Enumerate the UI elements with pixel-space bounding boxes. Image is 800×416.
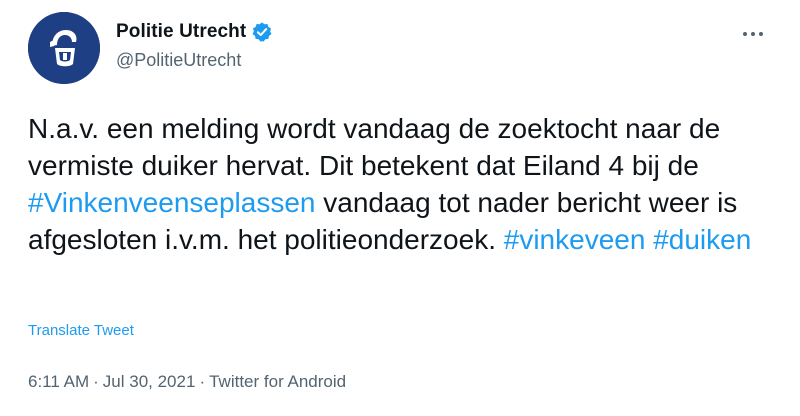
more-dot [743,32,747,36]
more-options-icon[interactable] [736,22,770,46]
hashtag-link[interactable]: #duiken [653,224,751,255]
translate-tweet-link[interactable]: Translate Tweet [28,322,134,339]
author-names: Politie Utrecht @PolitieUtrecht [116,18,273,71]
hashtag-link[interactable]: #Vinkenveenseplassen [28,187,315,218]
tweet-source[interactable]: Twitter for Android [209,372,346,391]
tweet-text-segment: N.a.v. een melding wordt vandaag de zoek… [28,113,721,181]
meta-separator: · [199,372,206,391]
tweet-time[interactable]: 6:11 AM [28,372,89,391]
more-dot [759,32,763,36]
hashtag-link[interactable]: #vinkeveen [504,224,646,255]
tweet-card: Politie Utrecht @PolitieUtrecht N.a.v. e… [0,0,800,416]
police-logo-icon [28,12,100,84]
author-handle[interactable]: @PolitieUtrecht [116,50,273,71]
tweet-text: N.a.v. een melding wordt vandaag de zoek… [28,110,778,258]
display-name-row: Politie Utrecht [116,18,273,46]
meta-separator: · [93,372,99,391]
tweet-date[interactable]: Jul 30, 2021 [103,372,196,391]
tweet-meta: 6:11 AM · Jul 30, 2021 · Twitter for Android [28,372,346,392]
verified-badge-icon [251,21,273,43]
display-name[interactable]: Politie Utrecht [116,21,246,43]
more-dot [751,32,755,36]
avatar[interactable] [28,12,100,84]
tweet-header: Politie Utrecht @PolitieUtrecht [28,12,780,84]
